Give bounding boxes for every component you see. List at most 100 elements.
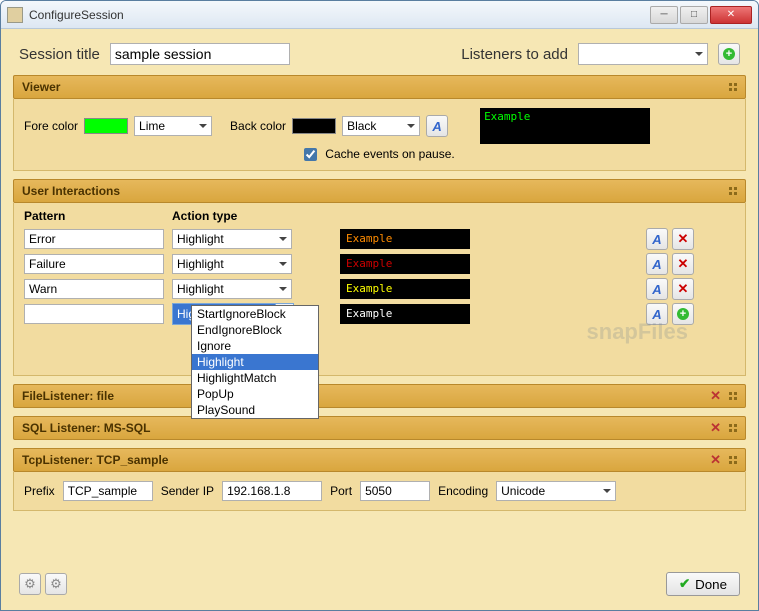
prefix-label: Prefix [24,484,55,498]
remove-listener-icon[interactable]: ✕ [710,420,721,436]
delete-button[interactable]: ✕ [672,228,694,250]
example-preview: Example [340,304,470,324]
check-icon: ✔ [679,576,690,592]
gear-icon: ⚙ [24,576,36,592]
pattern-input[interactable] [24,254,164,274]
dropdown-option[interactable]: Highlight [192,354,318,370]
listeners-combo[interactable] [578,43,708,65]
settings-button-1[interactable]: ⚙ [19,573,41,595]
x-icon: ✕ [678,256,689,272]
font-button[interactable]: A [646,278,668,300]
viewer-preview: Example [480,108,650,144]
plus-icon: + [677,308,689,320]
font-icon: A [652,307,661,322]
font-icon: A [432,119,441,134]
sender-ip-label: Sender IP [161,484,214,498]
interactions-header[interactable]: User Interactions [13,179,746,203]
font-button[interactable]: A [646,303,668,325]
file-listener-header[interactable]: FileListener: file ✕ [13,384,746,408]
font-icon: A [652,232,661,247]
port-input[interactable] [360,481,430,501]
action-column-header: Action type [172,209,332,225]
dropdown-option[interactable]: StartIgnoreBlock [192,306,318,322]
grip-icon [729,83,737,91]
port-label: Port [330,484,352,498]
font-button[interactable]: A [646,228,668,250]
dropdown-option[interactable]: Ignore [192,338,318,354]
example-preview: Example [340,279,470,299]
action-combo[interactable]: Highlight [172,229,292,249]
action-combo[interactable]: Highlight [172,279,292,299]
grip-icon [729,456,737,464]
interactions-panel: User Interactions Pattern Action type Hi… [13,179,746,376]
minimize-button[interactable]: ─ [650,6,678,24]
encoding-combo[interactable]: Unicode [496,481,616,501]
delete-button[interactable]: ✕ [672,278,694,300]
cache-checkbox[interactable] [304,148,317,161]
cache-label: Cache events on pause. [325,147,454,161]
dropdown-option[interactable]: PopUp [192,386,318,402]
interactions-header-label: User Interactions [22,184,120,198]
dropdown-option[interactable]: HighlightMatch [192,370,318,386]
pattern-input[interactable] [24,229,164,249]
remove-listener-icon[interactable]: ✕ [710,388,721,404]
tcp-listener-label: TcpListener: TCP_sample [22,453,168,467]
action-combo[interactable]: Highlight [172,254,292,274]
prefix-input[interactable] [63,481,153,501]
add-listener-button[interactable]: + [718,43,740,65]
session-title-input[interactable] [110,43,290,65]
close-button[interactable]: ✕ [710,6,752,24]
window-frame: ConfigureSession ─ □ ✕ Session title Lis… [0,0,759,611]
fore-color-label: Fore color [24,119,78,133]
viewer-header-label: Viewer [22,80,60,94]
fore-color-combo[interactable]: Lime [134,116,212,136]
grip-icon [729,187,737,195]
grip-icon [729,392,737,400]
maximize-button[interactable]: □ [680,6,708,24]
sql-listener-label: SQL Listener: MS-SQL [22,421,150,435]
pattern-column-header: Pattern [24,209,164,225]
x-icon: ✕ [678,231,689,247]
tcp-listener-panel: TcpListener: TCP_sample ✕ Prefix Sender … [13,448,746,511]
font-icon: A [652,282,661,297]
delete-button[interactable]: ✕ [672,253,694,275]
viewer-header[interactable]: Viewer [13,75,746,99]
encoding-label: Encoding [438,484,488,498]
client-area: Session title Listeners to add + Viewer … [1,29,758,610]
tcp-listener-header[interactable]: TcpListener: TCP_sample ✕ [13,448,746,472]
settings-button-2[interactable]: ⚙ [45,573,67,595]
plus-icon: + [723,48,735,60]
fore-color-swatch[interactable] [84,118,128,134]
listeners-label: Listeners to add [461,46,568,63]
viewer-panel: Viewer Fore color Lime Back color Black … [13,75,746,171]
back-color-label: Back color [230,119,286,133]
sql-listener-header[interactable]: SQL Listener: MS-SQL ✕ [13,416,746,440]
example-preview: Example [340,254,470,274]
grip-icon [729,424,737,432]
remove-listener-icon[interactable]: ✕ [710,452,721,468]
action-dropdown-list[interactable]: StartIgnoreBlock EndIgnoreBlock Ignore H… [191,305,319,419]
app-icon [7,7,23,23]
pattern-input[interactable] [24,279,164,299]
titlebar[interactable]: ConfigureSession ─ □ ✕ [1,1,758,29]
font-button[interactable]: A [426,115,448,137]
sql-listener-panel: SQL Listener: MS-SQL ✕ [13,416,746,440]
font-icon: A [652,257,661,272]
done-label: Done [695,577,727,592]
done-button[interactable]: ✔ Done [666,572,740,596]
window-title: ConfigureSession [29,8,650,22]
sender-ip-input[interactable] [222,481,322,501]
example-preview: Example [340,229,470,249]
file-listener-label: FileListener: file [22,389,114,403]
file-listener-panel: FileListener: file ✕ [13,384,746,408]
dropdown-option[interactable]: PlaySound [192,402,318,418]
gear-icon: ⚙ [50,576,62,592]
dropdown-option[interactable]: EndIgnoreBlock [192,322,318,338]
pattern-input-new[interactable] [24,304,164,324]
x-icon: ✕ [678,281,689,297]
font-button[interactable]: A [646,253,668,275]
add-row-button[interactable]: + [672,303,694,325]
back-color-swatch[interactable] [292,118,336,134]
session-title-label: Session title [19,46,100,63]
back-color-combo[interactable]: Black [342,116,420,136]
